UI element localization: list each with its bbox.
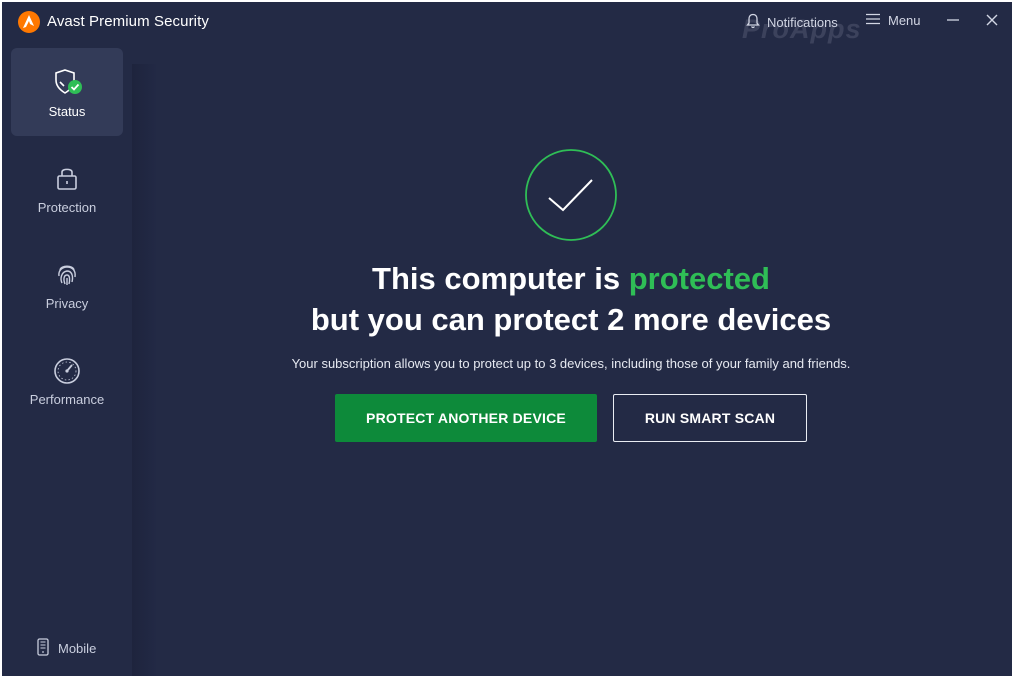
subscription-info: Your subscription allows you to protect … [291,356,851,371]
avast-logo-icon [17,10,41,34]
title-bar: Avast Premium Security ProApps Notificat… [2,2,1012,44]
sidebar-divider [132,64,156,676]
sidebar-item-privacy[interactable]: Privacy [11,240,123,328]
sidebar-item-label: Privacy [45,295,89,311]
fingerprint-icon [51,258,83,290]
lock-icon [51,162,83,194]
minimize-icon [946,13,960,32]
headline-highlight: protected [628,261,770,296]
sidebar-item-label: Protection [37,199,97,215]
checkmark-icon [524,148,618,242]
app-title: Avast Premium Security [47,13,209,30]
mobile-phone-icon [37,638,49,659]
close-button[interactable] [982,12,1002,32]
shield-check-icon [51,66,83,98]
headline-line2: but you can protect 2 more devices [310,302,832,337]
app-window: Avast Premium Security ProApps Notificat… [2,2,1012,676]
run-smart-scan-button[interactable]: RUN SMART SCAN [613,394,807,442]
menu-label: Menu [888,13,921,28]
bell-icon [746,13,760,32]
status-headline: This computer is protected but you can p… [156,258,986,340]
hamburger-icon [866,13,880,28]
notifications-label: Notifications [767,15,838,30]
close-icon [985,13,999,32]
mobile-label: Mobile [58,641,97,656]
minimize-button[interactable] [943,12,963,32]
sidebar-item-label: Performance [29,391,105,407]
headline-prefix: This computer is [372,261,629,296]
protect-another-device-button[interactable]: PROTECT ANOTHER DEVICE [335,394,597,442]
menu-button[interactable]: Menu [866,13,921,28]
sidebar: Status Protection Privacy Performance Mo… [2,44,132,676]
notifications-button[interactable]: Notifications [746,13,838,32]
sidebar-item-mobile[interactable]: Mobile [37,638,96,659]
sidebar-item-label: Status [48,103,86,119]
sidebar-item-status[interactable]: Status [11,48,123,136]
sidebar-item-performance[interactable]: Performance [11,336,123,424]
sidebar-item-protection[interactable]: Protection [11,144,123,232]
main-panel: This computer is protected but you can p… [156,44,1012,676]
gauge-icon [51,354,83,386]
